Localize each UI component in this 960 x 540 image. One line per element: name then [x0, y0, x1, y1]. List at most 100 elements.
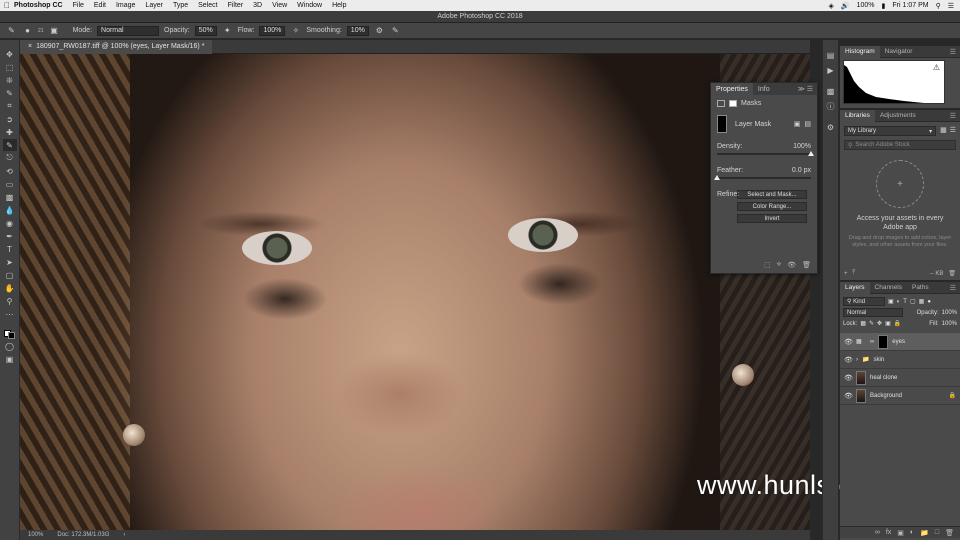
adjust-icon[interactable]: ⚙ [825, 122, 836, 132]
quick-mask-icon[interactable]: ◯ [3, 340, 17, 352]
hand-tool-icon[interactable]: ✋ [3, 282, 17, 294]
menu-select[interactable]: Select [198, 2, 217, 9]
fill-value[interactable]: 100% [942, 321, 957, 327]
marquee-tool-icon[interactable]: ⬚ [3, 61, 17, 73]
tab-info[interactable]: Info [753, 83, 775, 95]
wifi-icon[interactable]: ◈ [829, 2, 834, 10]
new-layer-icon[interactable]: □ [935, 529, 939, 536]
zoom-tool-icon[interactable]: ⚲ [3, 295, 17, 307]
brush-size[interactable]: 21 [38, 28, 44, 34]
pixel-mask-icon[interactable] [717, 100, 725, 107]
pen-tool-icon[interactable]: ✒ [3, 230, 17, 242]
add-asset-icon[interactable]: + [876, 160, 924, 208]
brush-panel-icon[interactable]: ▣ [49, 25, 60, 36]
tab-navigator[interactable]: Navigator [880, 46, 918, 58]
load-selection-icon[interactable]: ⬚ [764, 261, 771, 269]
list-view-icon[interactable]: ☰ [950, 126, 956, 134]
document-tab[interactable]: × 180907_RW0187.tiff @ 100% (eyes, Layer… [20, 39, 213, 54]
histogram-menu-icon[interactable]: ☰ [950, 48, 960, 56]
tab-histogram[interactable]: Histogram [840, 45, 880, 58]
pressure-opacity-icon[interactable]: ✦ [222, 25, 233, 36]
doc-size[interactable]: Doc: 172.3M/1.03G [57, 532, 109, 538]
density-value[interactable]: 100% [793, 143, 811, 150]
menu-3d[interactable]: 3D [253, 2, 262, 9]
add-vector-mask-icon[interactable]: ▤ [804, 120, 811, 128]
panel-menu-icon[interactable]: ≫ ☰ [797, 85, 817, 93]
lock-all-icon[interactable]: 🔒 [894, 320, 901, 327]
filter-toggle-icon[interactable]: ● [927, 299, 931, 305]
lock-artboard-icon[interactable]: ▣ [885, 320, 891, 327]
menu-view[interactable]: View [272, 2, 287, 9]
menu-file[interactable]: File [73, 2, 84, 9]
tab-paths[interactable]: Paths [907, 282, 934, 294]
trash-icon[interactable]: 🗑 [945, 529, 954, 537]
search-icon[interactable]: ⚲ [936, 2, 941, 10]
chain-icon[interactable]: ∞ [870, 339, 874, 345]
history-brush-tool-icon[interactable]: ⟲ [3, 165, 17, 177]
disclosure-arrow-icon[interactable]: › [856, 357, 858, 363]
blur-tool-icon[interactable]: 💧 [3, 204, 17, 216]
menu-type[interactable]: Type [173, 2, 188, 9]
library-select[interactable]: My Library ▾ [844, 126, 937, 136]
actions-icon[interactable]: ▶ [825, 65, 836, 75]
type-tool-icon[interactable]: T [3, 243, 17, 255]
grid-view-icon[interactable]: ▦ [940, 126, 947, 134]
filter-shape-icon[interactable]: ▢ [910, 298, 916, 305]
lock-paint-icon[interactable]: ✎ [869, 320, 874, 327]
move-tool-icon[interactable]: ✥ [3, 48, 17, 60]
app-menu[interactable]: Photoshop CC [14, 2, 63, 9]
filter-pixel-icon[interactable]: ▣ [888, 298, 894, 305]
crop-tool-icon[interactable]: ⌗ [3, 100, 17, 112]
brush-tool-icon[interactable]: ✎ [2, 139, 17, 151]
upload-icon[interactable]: ⤒ [853, 270, 856, 277]
lock-move-icon[interactable]: ✥ [877, 320, 882, 327]
stock-search-input[interactable]: ⚲ Search Adobe Stock [844, 140, 956, 150]
layer-row-skin[interactable]: 👁 › 📁 skin [840, 351, 960, 369]
path-select-tool-icon[interactable]: ➤ [3, 256, 17, 268]
menu-window[interactable]: Window [297, 2, 322, 9]
warning-icon[interactable]: ⚠ [933, 63, 940, 72]
tab-layers[interactable]: Layers [840, 281, 870, 294]
tab-libraries[interactable]: Libraries [840, 109, 875, 122]
visibility-eye-icon[interactable]: 👁 [844, 374, 853, 382]
layer-name-heal-clone[interactable]: heal clone [870, 375, 897, 381]
visibility-eye-icon[interactable]: 👁 [844, 356, 853, 364]
visibility-icon[interactable]: 👁 [787, 261, 796, 269]
mode-select[interactable]: Normal [97, 25, 160, 36]
menu-help[interactable]: Help [332, 2, 346, 9]
layer-name-background[interactable]: Background [870, 393, 902, 399]
layer-row-heal-clone[interactable]: 👁 heal clone [840, 369, 960, 387]
filter-smart-icon[interactable]: ▦ [919, 298, 925, 305]
tab-channels[interactable]: Channels [870, 282, 907, 294]
screen-mode-icon[interactable]: ▣ [3, 353, 17, 365]
eyedropper-tool-icon[interactable]: ➲ [3, 113, 17, 125]
color-swatches-icon[interactable] [3, 327, 17, 339]
smoothing-field[interactable]: 10% [346, 25, 369, 36]
filter-adjust-icon[interactable]: ◐ [897, 299, 901, 305]
filter-type-icon[interactable]: T [903, 299, 907, 305]
menu-filter[interactable]: Filter [228, 2, 244, 9]
apple-icon[interactable]:  [0, 1, 14, 10]
history-icon[interactable]: ▤ [825, 50, 836, 60]
link-layers-icon[interactable]: ∞ [875, 529, 880, 536]
density-slider[interactable] [717, 151, 814, 156]
pressure-size-icon[interactable]: ✎ [390, 25, 401, 36]
opacity-field[interactable]: 50% [194, 25, 217, 36]
feather-value[interactable]: 0.0 px [792, 167, 811, 174]
battery-icon[interactable]: ▮ [882, 2, 886, 10]
document-canvas[interactable] [20, 54, 810, 530]
layer-row-background[interactable]: 👁 Background 🔒 [840, 387, 960, 405]
tab-adjustments[interactable]: Adjustments [875, 110, 921, 122]
select-and-mask-button[interactable]: Select and Mask... [737, 190, 807, 199]
flow-field[interactable]: 100% [259, 25, 286, 36]
libraries-menu-icon[interactable]: ☰ [950, 112, 960, 120]
gear-icon[interactable]: ⚙ [374, 25, 385, 36]
layer-name-skin[interactable]: skin [873, 357, 884, 363]
trash-icon[interactable]: 🗑 [802, 261, 811, 269]
visibility-eye-icon[interactable]: 👁 [844, 338, 853, 346]
menu-list-icon[interactable]: ☰ [948, 2, 954, 10]
layers-menu-icon[interactable]: ☰ [950, 284, 960, 292]
menu-layer[interactable]: Layer [145, 2, 163, 9]
menu-image[interactable]: Image [116, 2, 135, 9]
volume-icon[interactable]: 🔊 [841, 2, 850, 10]
